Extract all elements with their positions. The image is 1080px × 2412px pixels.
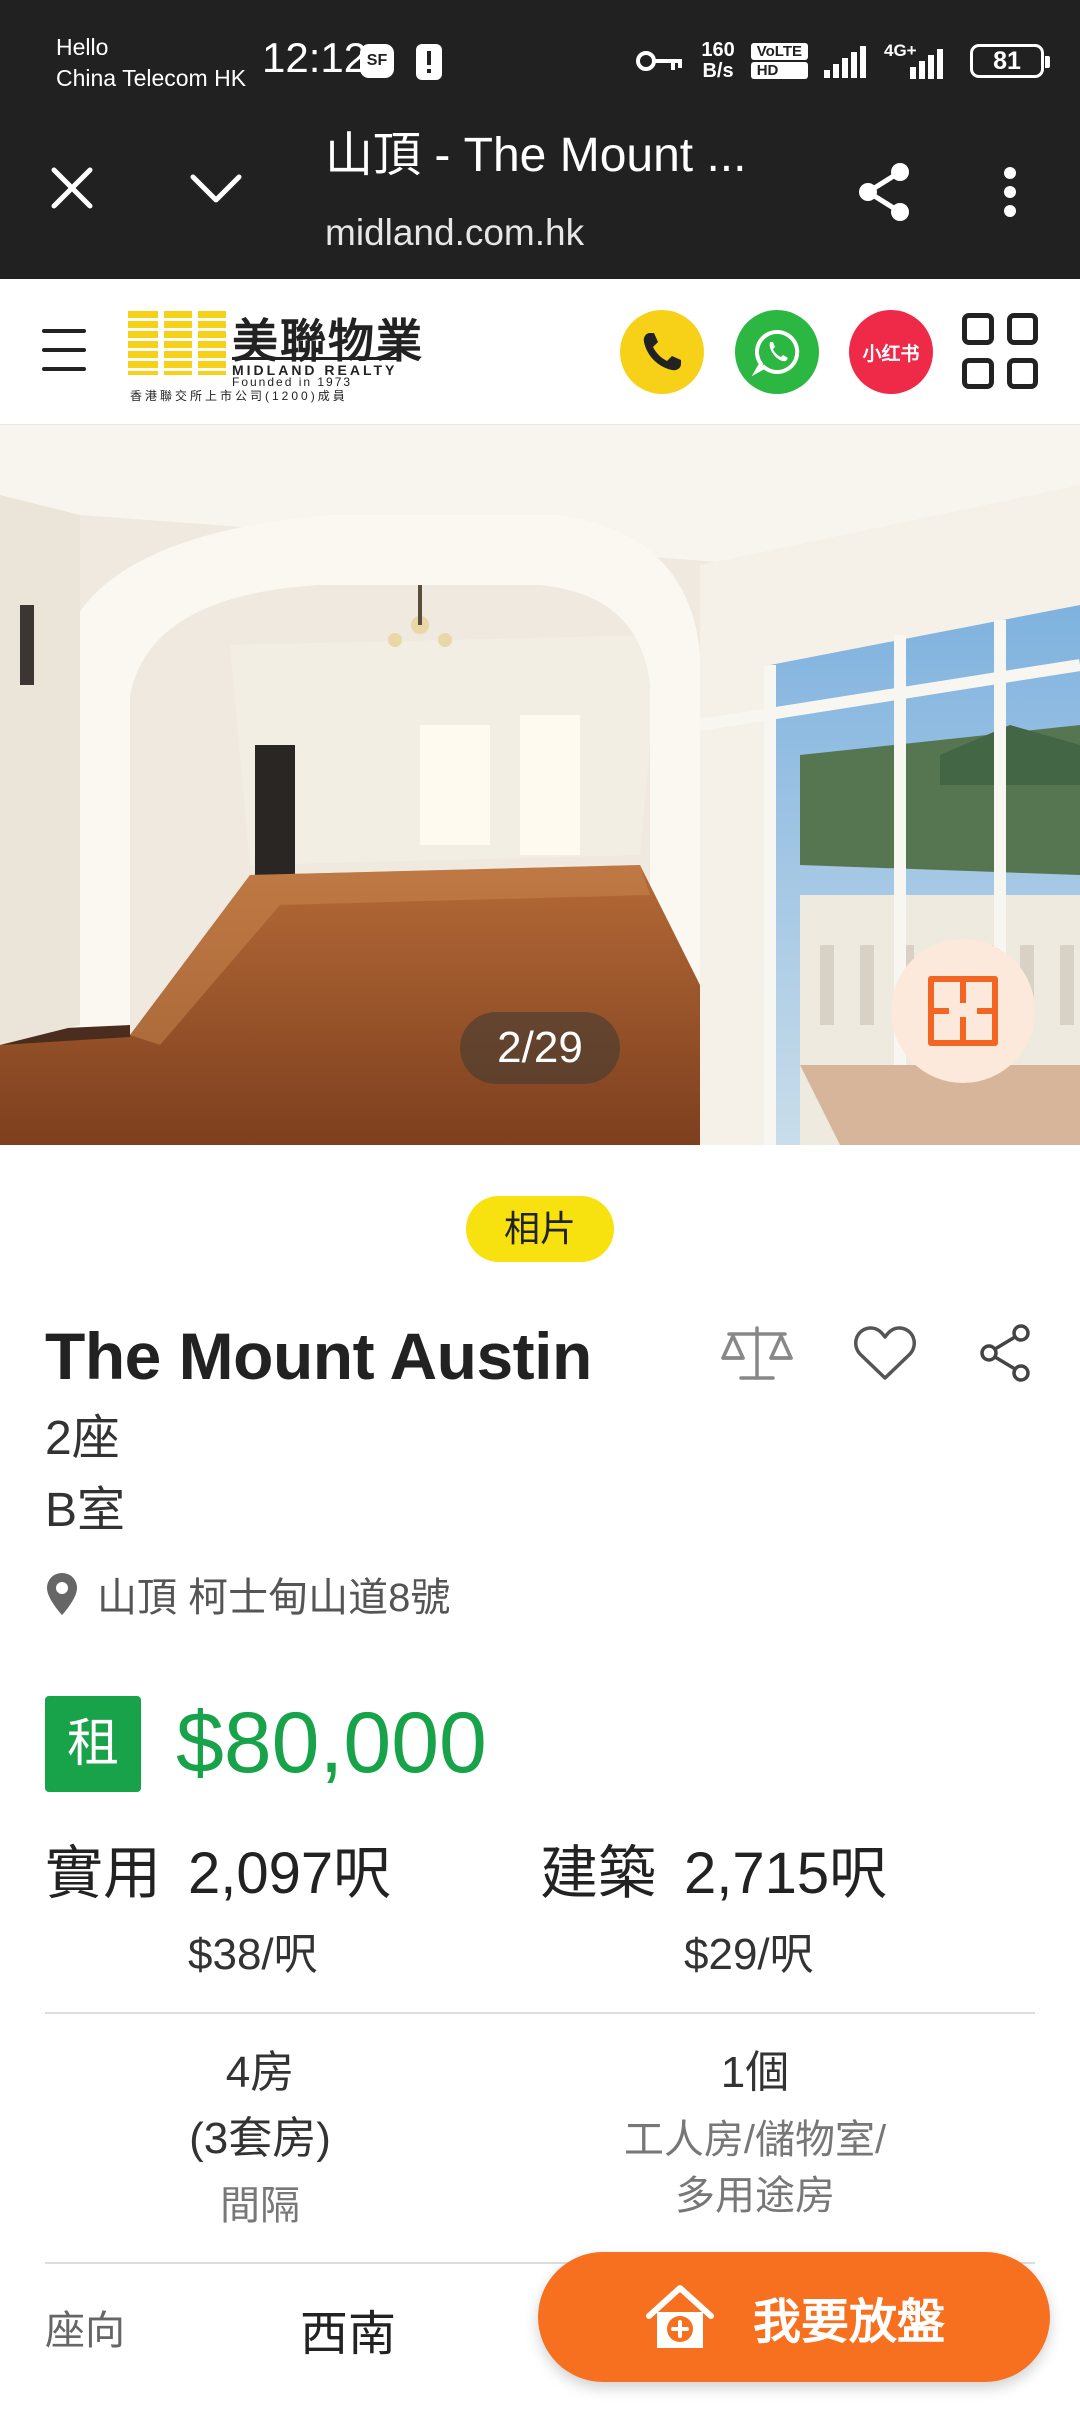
extra-room-info: 1個 工人房/儲物室/ 多用途房 [560,2040,950,2224]
network-type-icon: 4G+ [884,41,954,81]
page: Hello China Telecom HK 12:12 SF 160 B/s … [0,0,1080,2412]
share-button[interactable] [844,152,924,232]
menu-line [42,367,86,371]
grid-cell [1006,357,1038,389]
suites-count: (3套房) [189,2114,331,2163]
call-button[interactable] [620,310,704,394]
volte-label: VoLTE [750,43,808,60]
apps-grid-button[interactable] [958,309,1042,393]
net-speed-value: 160 [701,39,735,61]
rooms-count: 4房 [225,2048,295,2097]
minimize-button[interactable] [180,152,252,224]
grid-cell [962,357,994,389]
page-url: midland.com.hk [325,212,585,253]
estate-title: The Mount Austin [45,1319,592,1393]
location-pin-icon [47,1573,77,1615]
unit-label: B室 [45,1484,126,1537]
extra-room-type-line2: 多用途房 [675,2174,835,2218]
whatsapp-button[interactable] [735,310,819,394]
photos-tab[interactable]: 相片 [466,1196,614,1262]
logo-subtitle: 香港聯交所上市公司(1200)成員 [130,389,348,403]
carrier-info: Hello China Telecom HK [56,32,246,94]
battery-icon: 81 [970,44,1050,78]
list-property-label: 我要放盤 [752,2296,945,2349]
address-text: 山頂 柯士甸山道8號 [97,1576,451,1620]
site-header: 美聯物業 MIDLAND REALTY Founded in 1973 香港聯交… [0,279,1080,425]
favorite-button[interactable] [840,1308,930,1398]
heart-icon [854,1326,916,1380]
whatsapp-icon [752,329,800,377]
clock: 12:12 [262,34,368,81]
photo-counter: 2/29 [460,1012,620,1084]
grid-cell [1006,313,1038,345]
gross-area-label: 建築 [540,1841,657,1906]
net-speed-unit: B/s [702,60,734,82]
divider [45,2012,1035,2014]
scale-icon [721,1326,793,1380]
vpn-key-icon [636,51,683,71]
rent-badge: 租 [45,1696,141,1792]
block-label: 2座 [45,1412,120,1465]
share-icon [980,1324,1030,1382]
close-button[interactable] [36,152,108,224]
compare-button[interactable] [712,1308,802,1398]
alert-icon [416,44,442,80]
share-icon [859,163,909,221]
more-options-button[interactable] [978,152,1042,232]
floorplan-icon [928,976,998,1046]
phone-icon [643,333,681,371]
page-title: 山頂 - The Mount ... [325,129,747,182]
list-property-button[interactable]: 我要放盤 [538,2252,1050,2382]
menu-line [42,348,86,352]
layout-info: 4房 (3套房) 間隔 [100,2040,420,2234]
network-speed: 160 B/s [701,40,734,82]
status-icons: 160 B/s VoLTE HD 4G+ 81 [635,34,1050,88]
greeting-text: Hello [56,34,109,60]
saleable-area-label: 實用 [45,1841,162,1906]
extra-room-type-line1: 工人房/儲物室/ [623,2118,887,2162]
logo-mark [128,311,226,375]
gross-area-value: 2,715呎 [684,1841,888,1906]
grid-cell [962,313,994,345]
sf-app-icon: SF [360,44,394,78]
menu-line [42,329,86,333]
chevron-down-icon [190,174,242,203]
volte-hd-icon: VoLTE HD [750,43,808,79]
browser-toolbar: Hello China Telecom HK 12:12 SF 160 B/s … [0,0,1080,279]
gross-unit-price: $29/呎 [684,1930,814,1979]
more-vertical-icon [1004,167,1016,217]
hd-label: HD [750,62,808,79]
property-photo[interactable]: 2/29 [0,425,1080,1145]
saleable-area-value: 2,097呎 [188,1841,392,1906]
xiaohongshu-button[interactable]: 小红书 [849,310,933,394]
saleable-unit-price: $38/呎 [188,1930,318,1979]
midland-logo[interactable]: 美聯物業 MIDLAND REALTY Founded in 1973 香港聯交… [128,301,428,405]
signal-icon-2 [910,49,943,79]
close-icon [51,167,93,209]
facing-value: 西南 [300,2308,397,2361]
share-listing-button[interactable] [960,1308,1050,1398]
carrier-name: China Telecom HK [56,65,247,91]
house-plus-icon [645,2285,714,2348]
menu-button[interactable] [42,329,86,375]
signal-icon [824,46,866,78]
facing-label: 座向 [45,2309,125,2353]
address-row: 山頂 柯士甸山道8號 [45,1566,450,1622]
layout-label: 間隔 [220,2184,300,2228]
floorplan-button[interactable] [891,939,1035,1083]
extra-room-count: 1個 [720,2048,790,2097]
rent-price: $80,000 [176,1695,487,1791]
